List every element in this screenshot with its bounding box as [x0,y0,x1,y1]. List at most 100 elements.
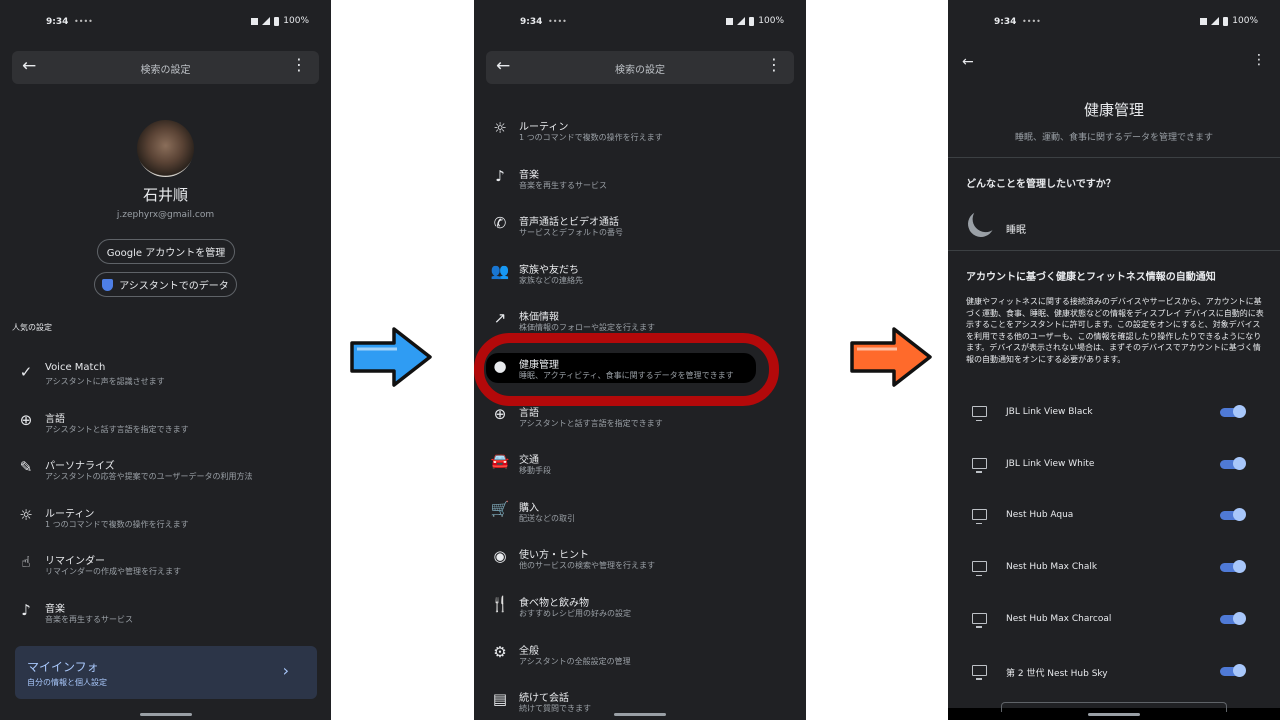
settings-item[interactable]: ✎ パーソナライズ アシスタントの応答や提案でのユーザーデータの利用方法 [12,452,319,496]
settings-item-title: 交通 [519,455,539,467]
more-vert-icon[interactable]: ⋮ [1252,52,1266,68]
settings-item-title: 言語 [45,413,65,425]
settings-item[interactable]: ⊕ 言語 アシスタントと話す言語を指定できます [12,405,319,449]
settings-item-subtitle: アシスタントと話す言語を指定できます [519,418,663,428]
settings-item-subtitle: アシスタントの全般設定の管理 [519,656,631,666]
trending-up-icon: ↗ [493,309,507,328]
device-toggle[interactable] [1220,456,1246,470]
device-row: Nest Hub Aqua [948,501,1280,545]
right-arrow-icon [350,327,432,387]
status-bar: 9:34 •••• 100% [474,0,806,44]
music-note-icon: ♪ [21,601,31,619]
sleep-option[interactable]: 睡眠 [1006,221,1026,236]
app-bar-title: 検索の設定 [140,65,191,76]
settings-item-title: 続けて会話 [519,693,569,705]
gesture-nav-bar[interactable] [614,713,666,716]
settings-item[interactable]: 🛒 購入 配送などの取引 [486,494,794,538]
settings-item[interactable]: ♪ 音楽 音楽を再生するサービス [486,161,794,205]
settings-item[interactable]: ✆ 音声通話とビデオ通話 サービスとデフォルトの番号 [486,208,794,252]
toggle-knob [1233,663,1246,677]
device-name: Nest Hub Max Charcoal [1006,613,1112,624]
device-toggle[interactable] [1220,611,1246,625]
gesture-nav-bar[interactable] [139,713,192,716]
device-toggle[interactable] [1220,663,1246,677]
status-time: 9:34 [994,17,1017,27]
settings-item-title: 家族や友だち [519,264,579,276]
battery-icon [1223,16,1229,26]
settings-item-title: Voice Match [45,362,106,373]
settings-item-title: パーソナライズ [45,461,115,473]
monitor-icon [972,509,987,525]
settings-item[interactable]: ⚙ 全般 アシスタントの全般設定の管理 [486,637,794,681]
notify-heading: アカウントに基づく健康とフィットネス情報の自動通知 [966,272,1216,283]
signal-icon [1211,17,1220,25]
settings-item[interactable]: 👥 家族や友だち 家族などの連絡先 [486,256,794,300]
bottom-sheet-edge [1001,702,1227,712]
phone-screen-health: 9:34 •••• 100% ← ⋮ 健康管理 睡眠、運動、食事に関するデータを… [948,0,1280,720]
signal-icon [262,17,271,25]
settings-item[interactable]: ♪ 音楽 音楽を再生するサービス [12,595,319,639]
device-row: 第 2 世代 Nest Hub Sky [948,657,1280,701]
settings-item-subtitle: 株価情報のフォローや設定を行えます [519,323,655,333]
device-toggle[interactable] [1220,405,1246,418]
vibrate-icon [251,17,259,25]
settings-item-subtitle: 1 つのコマンドで複数の操作を行えます [45,519,189,529]
settings-item-subtitle: 1 つのコマンドで複数の操作を行えます [519,133,663,142]
question-heading: どんなことを管理したいですか？ [966,179,1116,190]
notify-description: 健康やフィットネスに関する接続済みのデバイスやサービスから、アカウントに基づく運… [966,297,1264,364]
toggle-knob [1233,508,1246,522]
settings-item-title: 言語 [519,407,539,419]
device-row: JBL Link View White [948,450,1280,494]
settings-item-subtitle: アシスタントと話す言語を指定できます [45,424,189,434]
routine-icon: ☼ [493,119,507,137]
device-row: Nest Hub Max Chalk [948,553,1280,597]
gear-icon: ⚙ [493,642,507,661]
music-note-icon: ♪ [495,166,505,185]
right-arrow-icon [850,327,932,387]
status-time: 9:34 [46,17,69,27]
status-icons: 100% [251,16,309,26]
device-name: JBL Link View White [1006,458,1095,469]
settings-item-subtitle: 睡眠、アクティビティ、食事に関するデータを管理できます [519,371,734,380]
device-name: Nest Hub Aqua [1006,510,1074,521]
settings-item[interactable]: ☼ ルーティン 1 つのコマンドで複数の操作を行えます [12,500,319,544]
back-arrow-icon[interactable]: ← [962,54,974,70]
settings-item-title: 使い方・ヒント [519,550,589,562]
device-toggle[interactable] [1220,508,1246,522]
device-row: Nest Hub Max Charcoal [948,605,1280,649]
reminder-icon: ☝ [21,553,31,572]
assistant-data-button[interactable]: アシスタントでのデータ [94,272,237,297]
settings-item[interactable]: ✓ Voice Match アシスタントに声を認識させます [12,357,319,401]
more-vert-icon[interactable]: ⋮ [766,55,782,74]
battery-icon [274,16,280,26]
manage-account-button[interactable]: Google アカウントを管理 [97,239,235,264]
settings-item[interactable]: 🚘 交通 移動手段 [486,446,794,490]
status-icons: 100% [1200,16,1258,26]
toggle-knob [1233,560,1246,574]
settings-item[interactable]: ☝ リマインダー リマインダーの作成や管理を行えます [12,547,319,591]
app-bar-title: 検索の設定 [615,65,665,76]
page-title: 健康管理 [1083,101,1144,119]
settings-item[interactable]: ◉ 使い方・ヒント 他のサービスの検索や管理を行えます [486,541,794,585]
app-bar: ← 検索の設定 ⋮ [12,51,319,84]
more-vert-icon[interactable]: ⋮ [291,55,307,74]
settings-item[interactable]: ● 健康管理 睡眠、アクティビティ、食事に関するデータを管理できます [486,351,794,395]
settings-item[interactable]: ⊕ 言語 アシスタントと話す言語を指定できます [486,399,794,443]
phone-icon: ✆ [493,214,507,233]
status-notification: •••• [548,17,567,26]
settings-item[interactable]: 🍴 食べ物と飲み物 おすすめレシピ用の好みの設定 [486,589,794,633]
avatar[interactable] [137,120,194,177]
gesture-nav-bar[interactable] [1088,713,1140,716]
settings-item-title: 株価情報 [519,312,559,324]
monitor-icon [972,561,987,577]
device-toggle[interactable] [1220,560,1246,574]
car-icon: 🚘 [490,452,510,471]
settings-item-title: リマインダー [45,556,105,568]
settings-item-subtitle: 配送などの取引 [519,513,575,523]
settings-item[interactable]: ☼ ルーティン 1 つのコマンドで複数の操作を行えます [486,113,794,157]
settings-item[interactable]: ↗ 株価情報 株価情報のフォローや設定を行えます [486,303,794,347]
fork-knife-icon: 🍴 [490,595,510,613]
settings-item-title: 購入 [519,502,539,514]
my-info-card[interactable]: マイインフォ 自分の情報と個人設定 › [15,646,317,699]
device-row: JBL Link View Black [948,398,1280,442]
